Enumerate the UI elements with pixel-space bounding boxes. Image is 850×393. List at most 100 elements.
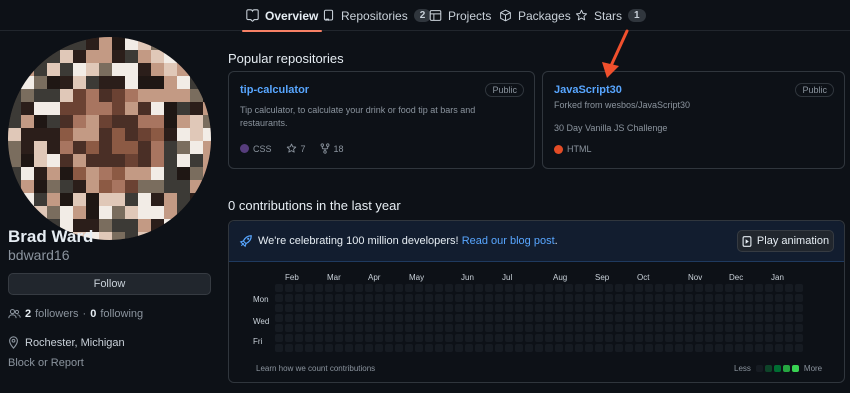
- contribution-day-cell[interactable]: [795, 294, 803, 302]
- contribution-day-cell[interactable]: [275, 304, 283, 312]
- contribution-day-cell[interactable]: [325, 324, 333, 332]
- contribution-day-cell[interactable]: [745, 294, 753, 302]
- contribution-day-cell[interactable]: [375, 284, 383, 292]
- contribution-day-cell[interactable]: [505, 304, 513, 312]
- contribution-day-cell[interactable]: [305, 294, 313, 302]
- contribution-day-cell[interactable]: [725, 334, 733, 342]
- contribution-day-cell[interactable]: [295, 294, 303, 302]
- contribution-day-cell[interactable]: [315, 344, 323, 352]
- contribution-day-cell[interactable]: [405, 304, 413, 312]
- contribution-day-cell[interactable]: [335, 334, 343, 342]
- contribution-day-cell[interactable]: [705, 294, 713, 302]
- contribution-day-cell[interactable]: [795, 314, 803, 322]
- contribution-day-cell[interactable]: [465, 334, 473, 342]
- contribution-day-cell[interactable]: [615, 344, 623, 352]
- contribution-day-cell[interactable]: [785, 344, 793, 352]
- contribution-day-cell[interactable]: [665, 314, 673, 322]
- contribution-day-cell[interactable]: [755, 294, 763, 302]
- contribution-day-cell[interactable]: [745, 314, 753, 322]
- contribution-day-cell[interactable]: [725, 294, 733, 302]
- contribution-day-cell[interactable]: [345, 294, 353, 302]
- contribution-day-cell[interactable]: [495, 304, 503, 312]
- contribution-day-cell[interactable]: [465, 304, 473, 312]
- contribution-day-cell[interactable]: [275, 284, 283, 292]
- contribution-day-cell[interactable]: [295, 314, 303, 322]
- contribution-day-cell[interactable]: [745, 284, 753, 292]
- contribution-day-cell[interactable]: [305, 314, 313, 322]
- contribution-day-cell[interactable]: [425, 294, 433, 302]
- contribution-day-cell[interactable]: [565, 324, 573, 332]
- contribution-day-cell[interactable]: [745, 324, 753, 332]
- contribution-day-cell[interactable]: [785, 304, 793, 312]
- contribution-day-cell[interactable]: [535, 314, 543, 322]
- contribution-day-cell[interactable]: [315, 294, 323, 302]
- contribution-day-cell[interactable]: [445, 304, 453, 312]
- contribution-day-cell[interactable]: [475, 294, 483, 302]
- contribution-day-cell[interactable]: [405, 324, 413, 332]
- contribution-day-cell[interactable]: [645, 284, 653, 292]
- contribution-day-cell[interactable]: [585, 284, 593, 292]
- contribution-day-cell[interactable]: [765, 294, 773, 302]
- contribution-day-cell[interactable]: [305, 304, 313, 312]
- contribution-day-cell[interactable]: [615, 324, 623, 332]
- contribution-day-cell[interactable]: [695, 314, 703, 322]
- contribution-day-cell[interactable]: [435, 344, 443, 352]
- contribution-day-cell[interactable]: [765, 324, 773, 332]
- contribution-day-cell[interactable]: [285, 284, 293, 292]
- contribution-day-cell[interactable]: [345, 324, 353, 332]
- contribution-day-cell[interactable]: [565, 294, 573, 302]
- contribution-day-cell[interactable]: [575, 304, 583, 312]
- repo-forks[interactable]: 18: [320, 143, 344, 154]
- contribution-day-cell[interactable]: [685, 334, 693, 342]
- contribution-day-cell[interactable]: [365, 284, 373, 292]
- contribution-day-cell[interactable]: [495, 324, 503, 332]
- contribution-day-cell[interactable]: [585, 314, 593, 322]
- contribution-day-cell[interactable]: [615, 304, 623, 312]
- contribution-day-cell[interactable]: [635, 314, 643, 322]
- contribution-day-cell[interactable]: [705, 324, 713, 332]
- contribution-day-cell[interactable]: [695, 334, 703, 342]
- contribution-day-cell[interactable]: [375, 314, 383, 322]
- contribution-day-cell[interactable]: [465, 314, 473, 322]
- contribution-day-cell[interactable]: [545, 324, 553, 332]
- contribution-day-cell[interactable]: [465, 284, 473, 292]
- tab-packages[interactable]: Packages: [499, 0, 571, 31]
- contribution-day-cell[interactable]: [535, 304, 543, 312]
- contribution-day-cell[interactable]: [795, 344, 803, 352]
- contribution-day-cell[interactable]: [385, 284, 393, 292]
- contribution-day-cell[interactable]: [625, 314, 633, 322]
- contribution-day-cell[interactable]: [755, 314, 763, 322]
- contribution-day-cell[interactable]: [575, 314, 583, 322]
- contribution-day-cell[interactable]: [475, 284, 483, 292]
- contribution-day-cell[interactable]: [605, 334, 613, 342]
- forked-from-text[interactable]: Forked from wesbos/JavaScript30: [554, 99, 839, 112]
- contribution-day-cell[interactable]: [305, 344, 313, 352]
- repo-stars[interactable]: 7: [286, 143, 306, 154]
- contribution-day-cell[interactable]: [565, 284, 573, 292]
- contribution-day-cell[interactable]: [395, 314, 403, 322]
- contribution-day-cell[interactable]: [605, 314, 613, 322]
- contribution-day-cell[interactable]: [755, 284, 763, 292]
- contribution-day-cell[interactable]: [675, 344, 683, 352]
- contribution-day-cell[interactable]: [545, 334, 553, 342]
- contribution-day-cell[interactable]: [345, 284, 353, 292]
- following-count[interactable]: 0: [90, 308, 96, 320]
- contribution-day-cell[interactable]: [385, 294, 393, 302]
- contribution-day-cell[interactable]: [335, 284, 343, 292]
- contribution-day-cell[interactable]: [455, 344, 463, 352]
- contribution-day-cell[interactable]: [495, 294, 503, 302]
- contribution-day-cell[interactable]: [595, 284, 603, 292]
- contribution-day-cell[interactable]: [335, 294, 343, 302]
- contribution-day-cell[interactable]: [585, 294, 593, 302]
- contribution-day-cell[interactable]: [475, 314, 483, 322]
- contribution-day-cell[interactable]: [745, 334, 753, 342]
- contribution-day-cell[interactable]: [695, 344, 703, 352]
- contribution-day-cell[interactable]: [355, 324, 363, 332]
- contribution-day-cell[interactable]: [645, 304, 653, 312]
- contribution-day-cell[interactable]: [695, 284, 703, 292]
- contribution-day-cell[interactable]: [475, 334, 483, 342]
- contribution-day-cell[interactable]: [335, 314, 343, 322]
- contribution-day-cell[interactable]: [555, 294, 563, 302]
- contribution-day-cell[interactable]: [575, 344, 583, 352]
- contribution-day-cell[interactable]: [425, 304, 433, 312]
